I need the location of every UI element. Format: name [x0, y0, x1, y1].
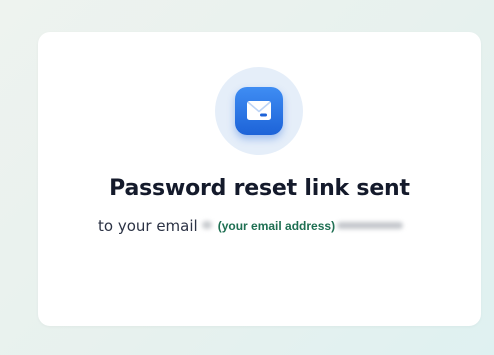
confirmation-subtitle: to your email (your email address) [98, 217, 404, 235]
subtitle-prefix: to your email [98, 217, 198, 235]
confirmation-card: Password reset link sent to your email (y… [38, 32, 481, 326]
icon-badge [215, 67, 303, 155]
redacted-email-start [201, 221, 212, 229]
page-title: Password reset link sent [109, 176, 410, 201]
email-address: (your email address) [217, 219, 336, 233]
redacted-email-end [337, 222, 404, 229]
envelope-icon [235, 87, 283, 135]
